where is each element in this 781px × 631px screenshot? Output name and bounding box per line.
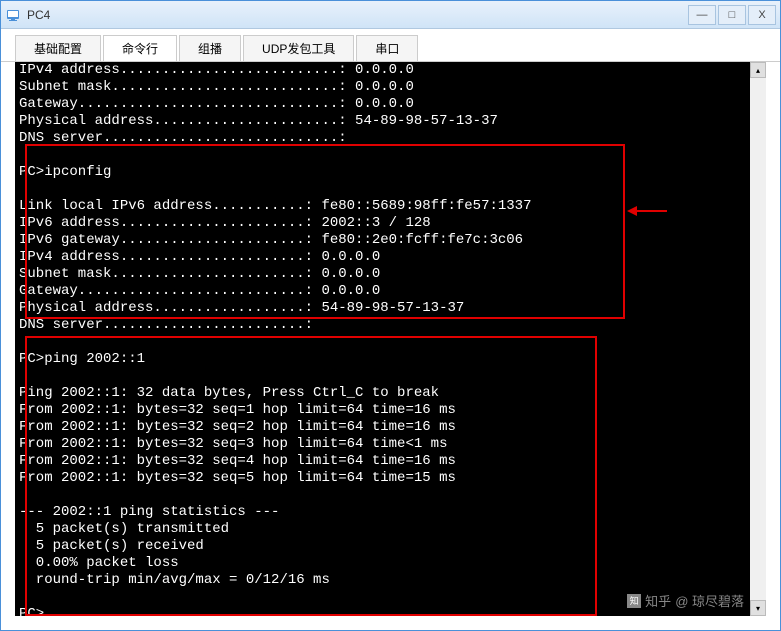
app-icon: [5, 7, 21, 23]
close-button[interactable]: X: [748, 5, 776, 25]
scroll-down-button[interactable]: ▾: [750, 600, 766, 616]
tab-cli[interactable]: 命令行: [103, 35, 177, 61]
tab-multicast[interactable]: 组播: [179, 35, 241, 61]
zhihu-icon: 知: [627, 594, 641, 608]
terminal-output[interactable]: IPv4 address..........................: …: [15, 62, 766, 616]
window-controls: — □ X: [688, 5, 776, 25]
app-window: PC4 — □ X 基础配置 命令行 组播 UDP发包工具 串口 IPv4 ad…: [0, 0, 781, 631]
tab-serial[interactable]: 串口: [356, 35, 418, 61]
minimize-button[interactable]: —: [688, 5, 716, 25]
watermark-user: @ 琼尽碧落: [675, 591, 744, 610]
watermark: 知 知乎 @ 琼尽碧落: [627, 591, 744, 610]
terminal-container: IPv4 address..........................: …: [15, 62, 766, 616]
tab-udp-tool[interactable]: UDP发包工具: [243, 35, 354, 61]
scroll-up-button[interactable]: ▴: [750, 62, 766, 78]
titlebar: PC4 — □ X: [1, 1, 780, 29]
maximize-button[interactable]: □: [718, 5, 746, 25]
watermark-brand: 知乎: [645, 591, 671, 610]
tab-bar: 基础配置 命令行 组播 UDP发包工具 串口: [1, 29, 780, 62]
window-title: PC4: [27, 8, 688, 22]
scrollbar[interactable]: ▴ ▾: [750, 62, 766, 616]
tab-basic-config[interactable]: 基础配置: [15, 35, 101, 61]
